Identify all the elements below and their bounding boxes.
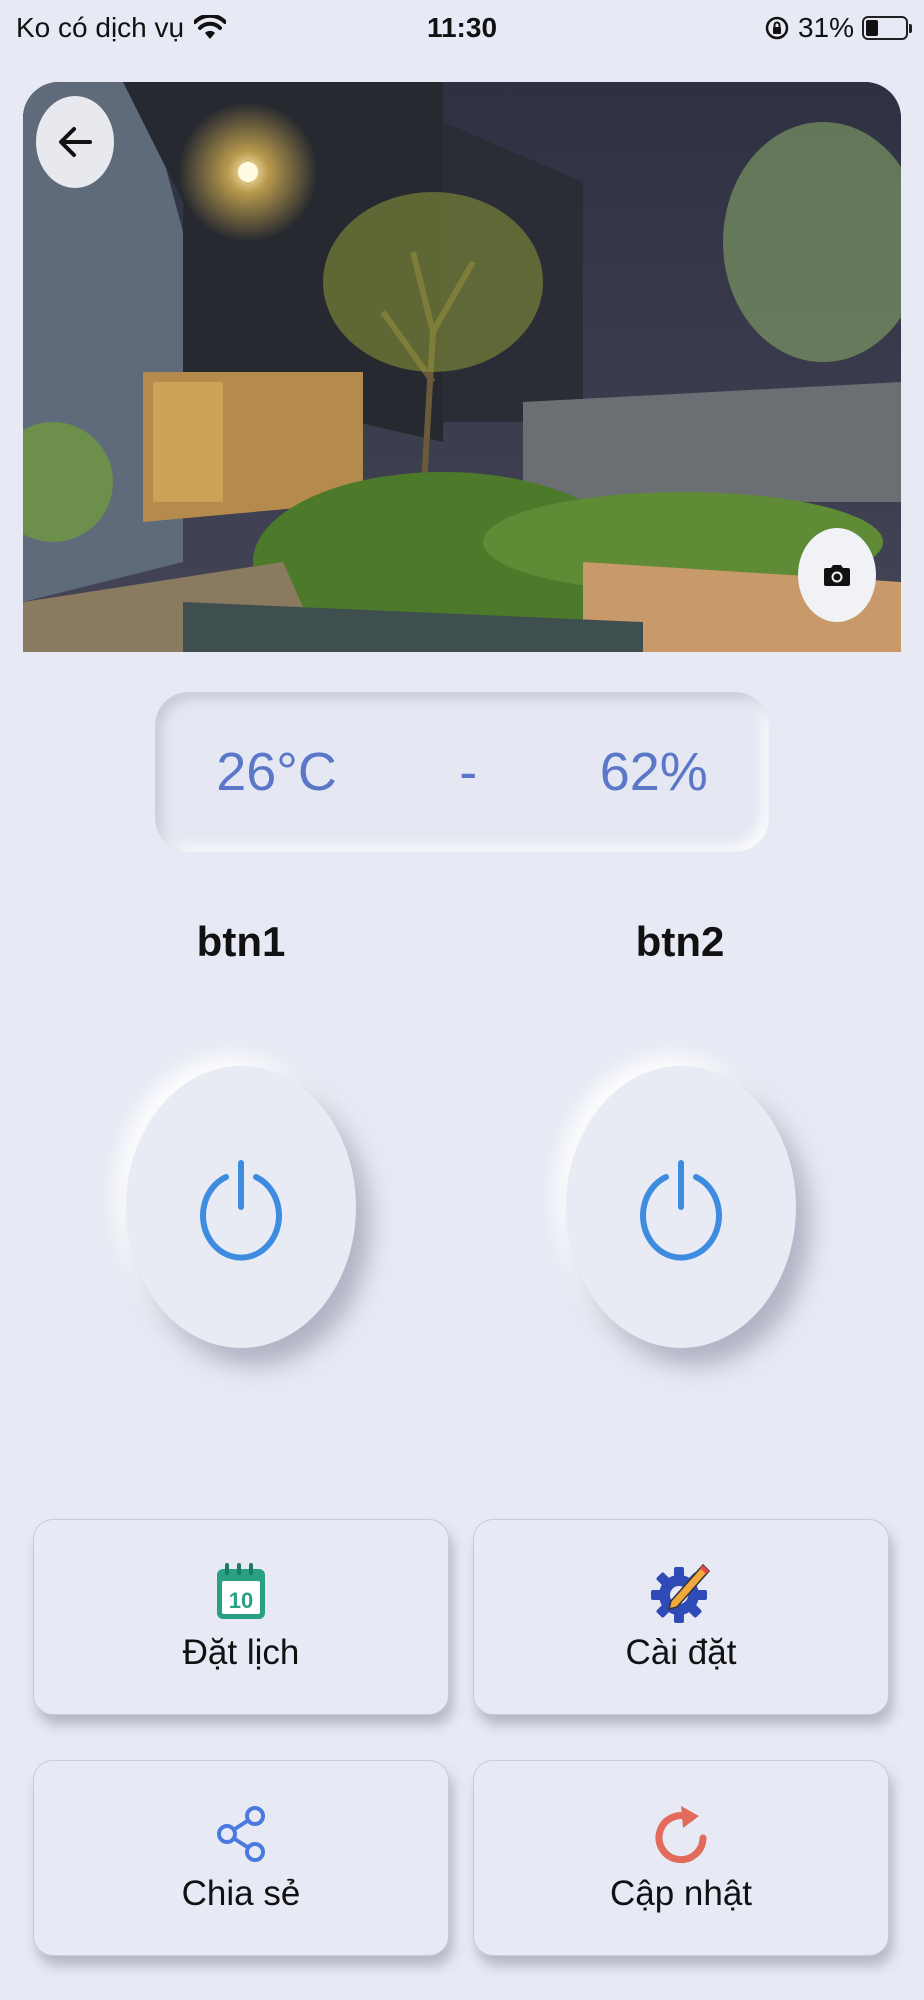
arrow-left-icon (59, 127, 92, 157)
orientation-lock-icon (765, 16, 789, 40)
camera-feed (23, 82, 901, 652)
settings-gear-icon (651, 1563, 711, 1623)
reading-separator: - (459, 742, 478, 802)
schedule-button[interactable]: 10 Đặt lịch (33, 1519, 449, 1715)
battery-percentage: 31% (797, 12, 854, 43)
settings-button[interactable]: Cài đặt (473, 1519, 889, 1715)
humidity-value: 62% (599, 742, 708, 802)
sensor-readings: 26°C - 62% (155, 692, 769, 852)
schedule-label: Đặt lịch (182, 1633, 300, 1672)
back-button[interactable] (36, 96, 114, 188)
battery-level (866, 20, 878, 36)
btn1-label: btn1 (196, 918, 286, 965)
btn1-power-button[interactable] (126, 1066, 356, 1348)
share-button[interactable]: Chia sẻ (33, 1760, 449, 1956)
temperature-value: 26°C (216, 742, 337, 802)
power-icon (640, 1160, 722, 1261)
battery-icon (862, 16, 912, 40)
btn2-label: btn2 (635, 918, 725, 965)
camera-icon (824, 565, 850, 586)
status-bar: Ko có dịch vụ 11:30 31% (0, 0, 924, 58)
update-button[interactable]: Cập nhật (473, 1760, 889, 1956)
snapshot-button[interactable] (798, 528, 876, 622)
update-label: Cập nhật (609, 1874, 753, 1913)
refresh-icon (655, 1806, 707, 1864)
camera-scene (23, 82, 901, 652)
share-label: Chia sẻ (181, 1874, 301, 1913)
power-icon (200, 1160, 282, 1261)
share-icon (217, 1806, 265, 1862)
settings-label: Cài đặt (625, 1633, 737, 1672)
status-right: 31% (764, 12, 912, 44)
calendar-day: 10 (229, 1588, 253, 1613)
btn2-power-button[interactable] (566, 1066, 796, 1348)
calendar-icon: 10 (217, 1563, 265, 1619)
